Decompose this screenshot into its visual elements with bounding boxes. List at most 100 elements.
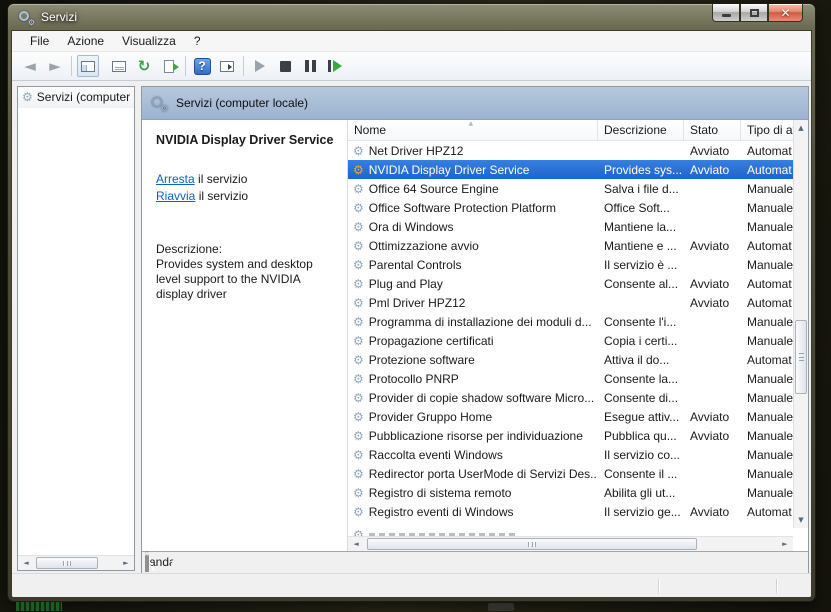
gear-icon: ⚙	[353, 259, 364, 271]
service-startup-type: Manuale	[741, 182, 793, 196]
table-row[interactable]: ⚙Ottimizzazione avvio Mantiene e ... Avv…	[348, 236, 793, 255]
close-button[interactable]: ✕	[768, 4, 803, 22]
scroll-left-icon[interactable]: ◄	[18, 556, 34, 570]
extended-view-icon	[220, 61, 234, 72]
back-button[interactable]: ◄	[19, 55, 41, 77]
help-button[interactable]: ?	[191, 55, 213, 77]
start-service-button[interactable]	[249, 55, 271, 77]
table-row[interactable]: ⚙Office 64 Source Engine Salva i file d.…	[348, 179, 793, 198]
forward-button[interactable]: ►	[44, 55, 66, 77]
view-tabbar: Esteso Standard	[142, 551, 808, 573]
restart-service-link[interactable]: Riavvia	[156, 189, 195, 203]
gear-icon: ⚙	[353, 297, 364, 309]
table-row[interactable]: ⚙Registro di sistema remoto Abilita gli …	[348, 483, 793, 502]
extended-view-button[interactable]	[216, 55, 238, 77]
table-row[interactable]: ⚙NVIDIA Display Driver Service Provides …	[348, 160, 793, 179]
pause-service-button[interactable]	[299, 55, 321, 77]
tree-horizontal-scrollbar[interactable]: ◄ ►	[18, 555, 134, 570]
table-row[interactable]: ⚙Ora di Windows Mantiene la... Manuale	[348, 217, 793, 236]
menu-file[interactable]: File	[21, 32, 58, 51]
tab-standard[interactable]: Standard	[147, 551, 149, 572]
back-icon: ◄	[24, 59, 36, 74]
table-row[interactable]: ⚙Programma di installazione dei moduli d…	[348, 312, 793, 331]
service-name: Redirector porta UserMode di Servizi Des…	[369, 467, 598, 481]
gear-icon: ⚙	[353, 202, 364, 214]
service-startup-type: Manuale	[741, 429, 793, 443]
menu-azione[interactable]: Azione	[58, 32, 113, 51]
scroll-left-icon[interactable]: ◄	[348, 537, 364, 551]
service-name: Programma di installazione dei moduli d.…	[369, 315, 592, 329]
service-description-pane: NVIDIA Display Driver Service Arresta il…	[142, 120, 347, 551]
list-horizontal-scrollbar[interactable]: ◄ ►	[348, 536, 793, 551]
table-row[interactable]: ⚙Net Driver HPZ12 Avviato Automat	[348, 141, 793, 160]
service-rows: ⚙Net Driver HPZ12 Avviato Automat ⚙NVIDI…	[348, 141, 808, 529]
service-name: Propagazione certificati	[369, 334, 494, 348]
stop-service-line: Arresta il servizio	[156, 171, 339, 188]
service-status: Avviato	[684, 239, 741, 253]
service-name: Protezione software	[369, 353, 475, 367]
table-row[interactable]: ⚙Raccolta eventi Windows Il servizio co.…	[348, 445, 793, 464]
export-list-icon	[164, 60, 174, 73]
maximize-button[interactable]	[740, 4, 768, 22]
titlebar[interactable]: ⚙ Servizi ✕	[8, 4, 815, 30]
table-row[interactable]: ⚙Provider Gruppo Home Esegue attiv... Av…	[348, 407, 793, 426]
tree-item-services-root[interactable]: ⚙ Servizi (computer	[18, 87, 134, 108]
column-header-nome[interactable]: ▲ Nome	[348, 120, 598, 140]
menu-visualizza[interactable]: Visualizza	[113, 32, 185, 51]
console-tree-toggle-button[interactable]	[77, 55, 99, 77]
table-row[interactable]: ⚙Protocollo PNRP Consente la... Manuale	[348, 369, 793, 388]
desktop-wallpaper-smudge	[488, 603, 514, 611]
refresh-button[interactable]: ↻	[133, 55, 155, 77]
table-row[interactable]: ⚙Protezione software Attiva il do... Aut…	[348, 350, 793, 369]
sort-ascending-icon: ▲	[469, 120, 474, 127]
list-vertical-scrollbar[interactable]: ▲ ▼	[793, 120, 808, 528]
table-row[interactable]: ⚙Provider di copie shadow software Micro…	[348, 388, 793, 407]
service-status: Avviato	[684, 296, 741, 310]
restart-service-button[interactable]	[324, 55, 346, 77]
service-description: Consente il ...	[598, 467, 684, 481]
service-description: Salva i file d...	[598, 182, 684, 196]
gear-icon: ⚙	[353, 183, 364, 195]
gear-icon: ⚙	[161, 104, 168, 113]
table-row[interactable]: ⚙Pml Driver HPZ12 Avviato Automat	[348, 293, 793, 312]
table-row[interactable]: ⚙Registro eventi di Windows Il servizio …	[348, 502, 793, 521]
restart-service-line: Riavvia il servizio	[156, 188, 339, 205]
service-startup-type: Manuale	[741, 448, 793, 462]
scroll-right-icon[interactable]: ►	[777, 537, 793, 551]
help-icon: ?	[194, 58, 211, 75]
scroll-down-icon[interactable]: ▼	[794, 512, 808, 528]
scrollbar-thumb[interactable]	[36, 557, 98, 569]
toolbar-separator	[243, 56, 244, 76]
table-row[interactable]: ⚙Redirector porta UserMode di Servizi De…	[348, 464, 793, 483]
list-column-headers: ▲ Nome Descrizione Stato Tipo di av	[348, 120, 808, 141]
table-row[interactable]: ⚙Propagazione certificati Copia i certi.…	[348, 331, 793, 350]
service-description: Consente di...	[598, 391, 684, 405]
service-description: Abilita gli ut...	[598, 486, 684, 500]
scroll-up-icon[interactable]: ▲	[794, 120, 808, 136]
service-name: Net Driver HPZ12	[369, 144, 464, 158]
table-row[interactable]: ⚙Pubblicazione risorse per individuazion…	[348, 426, 793, 445]
column-header-tipo-di-avvio[interactable]: Tipo di av	[741, 120, 793, 140]
properties-button[interactable]	[108, 55, 130, 77]
stop-service-link[interactable]: Arresta	[156, 172, 195, 186]
statusbar-separator	[658, 579, 659, 593]
scroll-right-icon[interactable]: ►	[118, 556, 134, 570]
service-description: Office Soft...	[598, 201, 684, 215]
table-row[interactable]: ⚙Office Software Protection Platform Off…	[348, 198, 793, 217]
column-header-descrizione[interactable]: Descrizione	[598, 120, 684, 140]
gear-icon: ⚙	[353, 164, 364, 176]
export-list-button[interactable]	[158, 55, 180, 77]
table-row[interactable]: ⚙Plug and Play Consente al... Avviato Au…	[348, 274, 793, 293]
stop-service-button[interactable]	[274, 55, 296, 77]
gear-icon: ⚙	[28, 18, 35, 27]
scrollbar-thumb[interactable]	[367, 538, 697, 550]
service-description: Il servizio ge...	[598, 505, 684, 519]
service-startup-type: Automat	[741, 144, 793, 158]
column-header-stato[interactable]: Stato	[684, 120, 741, 140]
table-row[interactable]: ⚙Parental Controls Il servizio è ... Man…	[348, 255, 793, 274]
results-header-band: ⚙ Servizi (computer locale)	[142, 87, 808, 120]
menu-help[interactable]: ?	[185, 32, 210, 51]
minimize-button[interactable]	[712, 4, 740, 22]
scrollbar-thumb[interactable]	[795, 320, 807, 394]
service-startup-type: Manuale	[741, 391, 793, 405]
